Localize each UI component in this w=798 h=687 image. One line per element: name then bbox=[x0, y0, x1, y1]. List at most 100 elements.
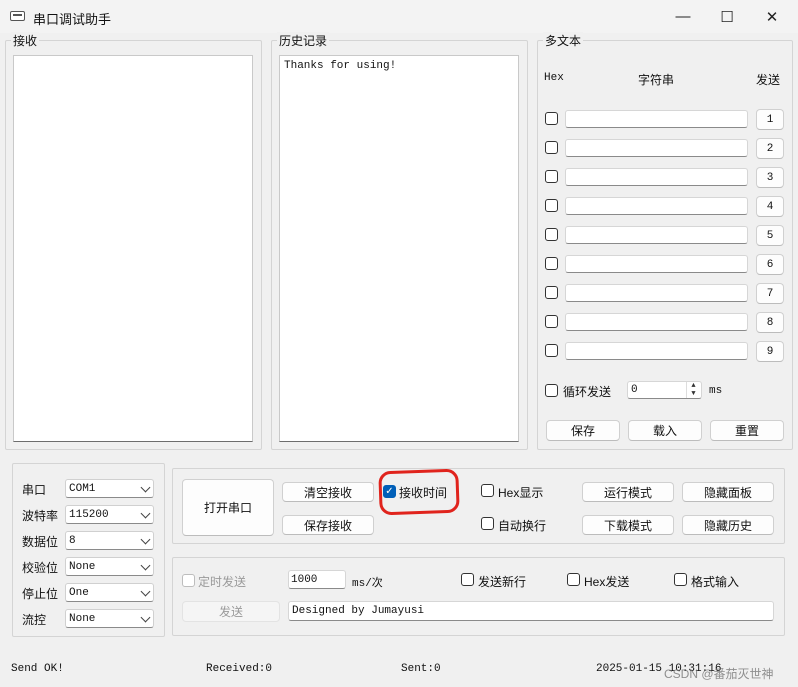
multitext-hex-checkbox[interactable] bbox=[545, 228, 558, 241]
multitext-hex-checkbox[interactable] bbox=[545, 344, 558, 357]
multitext-string-input[interactable] bbox=[565, 313, 748, 331]
watermark-text: CSDN @番茄灭世神 bbox=[664, 667, 774, 681]
download-mode-button[interactable]: 下载模式 bbox=[582, 515, 674, 535]
multitext-string-input[interactable] bbox=[565, 226, 748, 244]
interval-unit-label: ms/次 bbox=[352, 578, 383, 590]
multitext-send-button[interactable]: 4 bbox=[756, 196, 784, 217]
multitext-hex-checkbox[interactable] bbox=[545, 112, 558, 125]
loop-send-checkbox[interactable] bbox=[545, 384, 558, 397]
auto-newline-label: 自动换行 bbox=[498, 519, 547, 533]
flow-label: 流控 bbox=[22, 613, 47, 627]
parity-select[interactable]: None bbox=[65, 557, 154, 576]
window-title: 串口调试助手 bbox=[33, 12, 112, 27]
baud-label: 波特率 bbox=[22, 509, 59, 523]
multitext-send-button[interactable]: 9 bbox=[756, 341, 784, 362]
port-value: COM1 bbox=[69, 483, 96, 495]
hide-history-button[interactable]: 隐藏历史 bbox=[682, 515, 774, 535]
multitext-string-input[interactable] bbox=[565, 255, 748, 273]
chevron-down-icon bbox=[140, 482, 151, 493]
databits-label: 数据位 bbox=[22, 535, 59, 549]
multitext-hex-checkbox[interactable] bbox=[545, 170, 558, 183]
hex-display-label: Hex显示 bbox=[498, 486, 544, 500]
hex-display-checkbox[interactable] bbox=[481, 484, 494, 497]
baud-value: 115200 bbox=[69, 509, 109, 521]
spin-arrows-icon[interactable]: ▲ ▼ bbox=[686, 382, 700, 398]
hide-panel-button[interactable]: 隐藏面板 bbox=[682, 482, 774, 502]
load-multitext-button[interactable]: 载入 bbox=[628, 420, 702, 441]
run-mode-button[interactable]: 运行模式 bbox=[582, 482, 674, 502]
send-newline-checkbox[interactable] bbox=[461, 573, 474, 586]
multitext-string-input[interactable] bbox=[565, 139, 748, 157]
multitext-string-input[interactable] bbox=[565, 168, 748, 186]
multitext-send-button[interactable]: 7 bbox=[756, 283, 784, 304]
send-text-input[interactable]: Designed by Jumayusi bbox=[288, 601, 774, 621]
interval-input[interactable]: 1000 bbox=[288, 570, 346, 589]
hex-send-checkbox[interactable] bbox=[567, 573, 580, 586]
history-textarea[interactable]: Thanks for using! bbox=[279, 55, 519, 442]
baud-select[interactable]: 115200 bbox=[65, 505, 154, 524]
loop-unit-label: ms bbox=[709, 385, 723, 397]
loop-interval-value: 0 bbox=[631, 384, 638, 396]
multitext-string-input[interactable] bbox=[565, 197, 748, 215]
send-newline-label: 发送新行 bbox=[478, 575, 527, 589]
multitext-send-button[interactable]: 5 bbox=[756, 225, 784, 246]
close-button[interactable]: ✕ bbox=[749, 0, 795, 33]
clear-receive-button[interactable]: 清空接收 bbox=[282, 482, 374, 502]
multitext-string-input[interactable] bbox=[565, 110, 748, 128]
chevron-down-icon bbox=[140, 534, 151, 545]
save-receive-button[interactable]: 保存接收 bbox=[282, 515, 374, 535]
hex-send-label: Hex发送 bbox=[584, 575, 630, 589]
send-button[interactable]: 发送 bbox=[182, 601, 280, 622]
multitext-send-button[interactable]: 3 bbox=[756, 167, 784, 188]
serial-port-icon bbox=[10, 11, 25, 21]
status-message: Send OK! bbox=[11, 663, 64, 675]
multitext-hex-checkbox[interactable] bbox=[545, 257, 558, 270]
save-multitext-button[interactable]: 保存 bbox=[546, 420, 620, 441]
port-label: 串口 bbox=[22, 483, 47, 497]
timed-send-label: 定时发送 bbox=[198, 575, 247, 589]
multitext-string-input[interactable] bbox=[565, 342, 748, 360]
title-bar: 串口调试助手 — ☐ ✕ bbox=[0, 0, 798, 33]
multitext-hex-checkbox[interactable] bbox=[545, 141, 558, 154]
databits-value: 8 bbox=[69, 535, 76, 547]
multitext-hex-checkbox[interactable] bbox=[545, 286, 558, 299]
multitext-string-input[interactable] bbox=[565, 284, 748, 302]
chevron-down-icon bbox=[140, 612, 151, 623]
multitext-send-button[interactable]: 8 bbox=[756, 312, 784, 333]
multitext-send-button[interactable]: 1 bbox=[756, 109, 784, 130]
received-count: Received:0 bbox=[206, 663, 273, 675]
chevron-down-icon bbox=[140, 586, 151, 597]
sent-count: Sent:0 bbox=[401, 663, 441, 675]
multitext-send-button[interactable]: 2 bbox=[756, 138, 784, 159]
status-bar: Send OK! Received:0 Sent:0 2025-01-15 10… bbox=[0, 656, 798, 687]
stopbits-select[interactable]: One bbox=[65, 583, 154, 602]
receive-label: 接收 bbox=[11, 32, 40, 49]
multitext-send-button[interactable]: 6 bbox=[756, 254, 784, 275]
history-label: 历史记录 bbox=[277, 32, 330, 49]
flow-value: None bbox=[69, 613, 96, 625]
port-select[interactable]: COM1 bbox=[65, 479, 154, 498]
parity-label: 校验位 bbox=[22, 561, 59, 575]
multitext-hex-checkbox[interactable] bbox=[545, 315, 558, 328]
format-input-label: 格式输入 bbox=[691, 575, 740, 589]
flow-select[interactable]: None bbox=[65, 609, 154, 628]
send-group bbox=[172, 557, 785, 636]
maximize-button[interactable]: ☐ bbox=[704, 0, 750, 33]
receive-textarea[interactable] bbox=[13, 55, 253, 442]
format-input-checkbox[interactable] bbox=[674, 573, 687, 586]
open-port-button[interactable]: 打开串口 bbox=[182, 479, 274, 536]
stopbits-value: One bbox=[69, 587, 89, 599]
timed-send-checkbox[interactable] bbox=[182, 574, 195, 587]
reset-multitext-button[interactable]: 重置 bbox=[710, 420, 784, 441]
auto-newline-checkbox[interactable] bbox=[481, 517, 494, 530]
loop-interval-spinbox[interactable]: 0 ▲ ▼ bbox=[627, 381, 702, 399]
multi-text-label: 多文本 bbox=[543, 32, 584, 49]
multitext-hex-checkbox[interactable] bbox=[545, 199, 558, 212]
send-column-header: 发送 bbox=[756, 73, 781, 87]
hex-column-header: Hex bbox=[544, 72, 564, 84]
minimize-button[interactable]: — bbox=[660, 0, 706, 33]
databits-select[interactable]: 8 bbox=[65, 531, 154, 550]
chevron-down-icon bbox=[140, 508, 151, 519]
string-column-header: 字符串 bbox=[638, 73, 675, 87]
parity-value: None bbox=[69, 561, 96, 573]
